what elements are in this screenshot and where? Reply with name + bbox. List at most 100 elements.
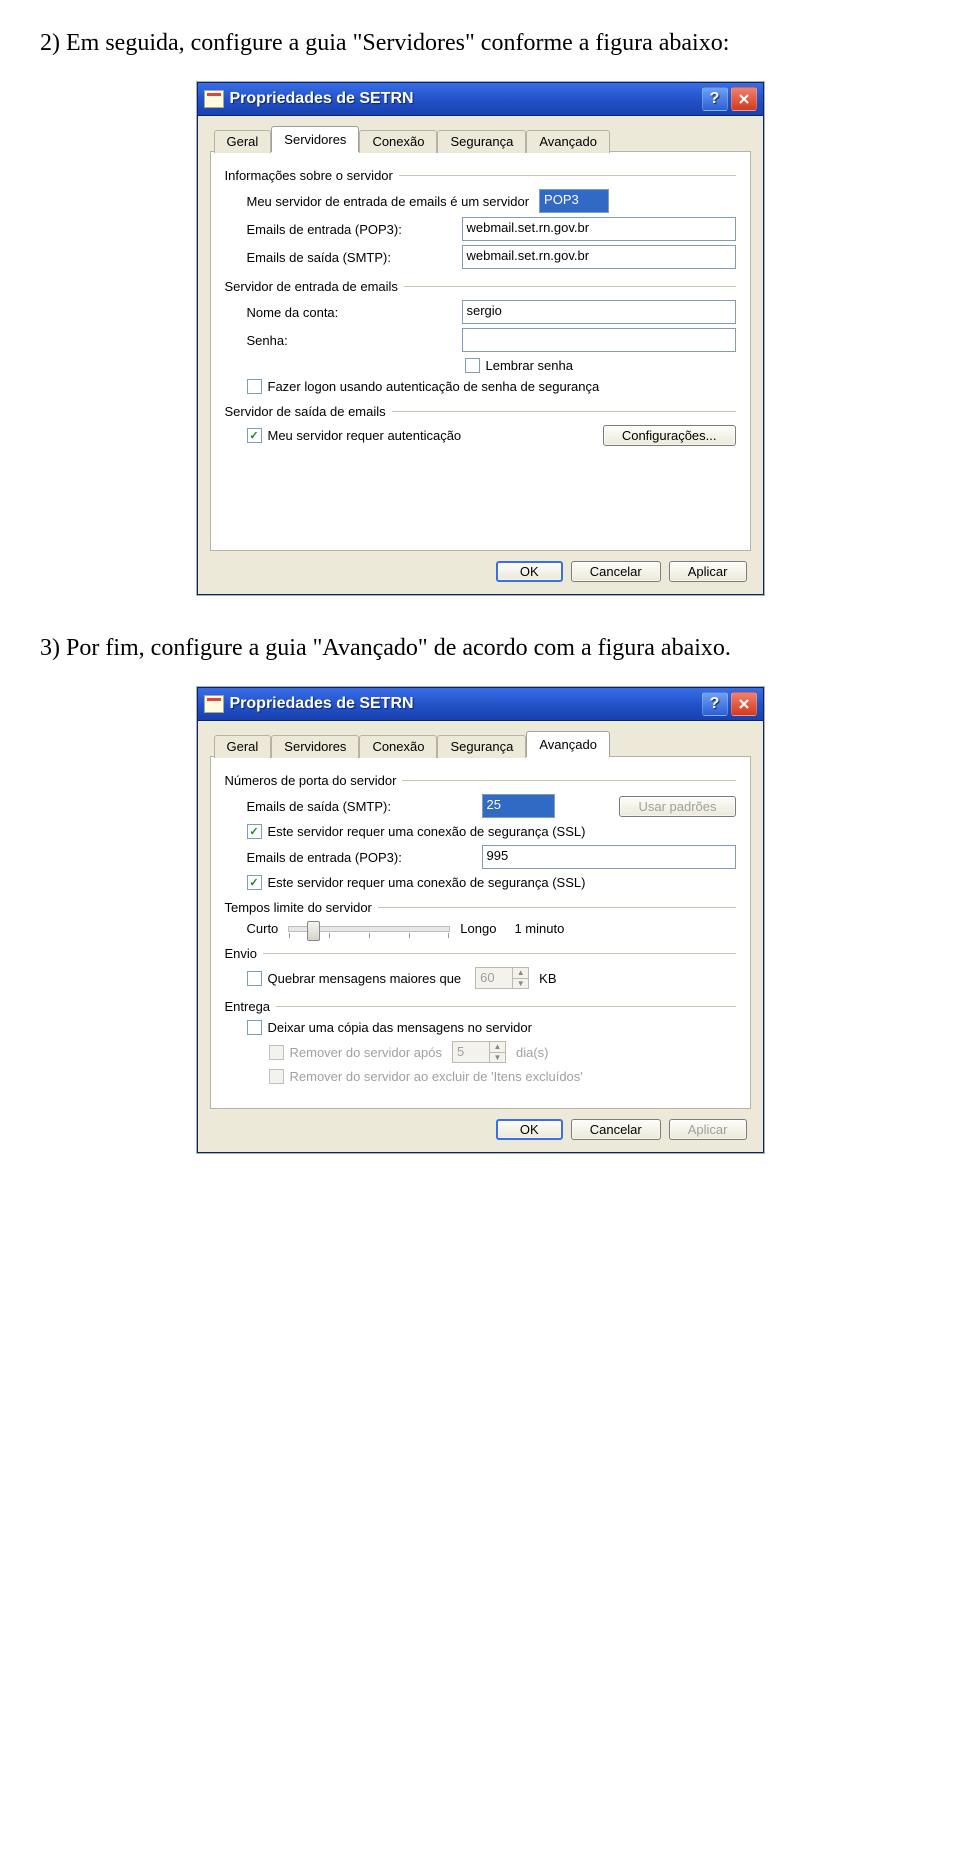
account-label: Nome da conta: <box>247 305 462 320</box>
password-input[interactable] <box>462 328 736 352</box>
break-size-spinner[interactable]: 60 ▲▼ <box>475 967 529 989</box>
group-outgoing-server: Servidor de saída de emails <box>225 404 736 419</box>
break-unit-label: KB <box>539 971 556 986</box>
ssl-outgoing-checkbox[interactable]: ✓ <box>247 824 262 839</box>
tab-label: Geral <box>227 739 259 754</box>
incoming-input[interactable]: webmail.set.rn.gov.br <box>462 217 736 241</box>
spinner-up-icon[interactable]: ▲ <box>512 968 528 979</box>
break-messages-checkbox[interactable] <box>247 971 262 986</box>
tab-geral[interactable]: Geral <box>214 735 272 758</box>
group-delivery: Entrega <box>225 999 736 1014</box>
server-type-label: Meu servidor de entrada de emails é um s… <box>247 194 530 209</box>
tab-seguranca[interactable]: Segurança <box>437 735 526 758</box>
remove-after-unit: dia(s) <box>516 1045 549 1060</box>
timeout-value: 1 minuto <box>514 921 564 936</box>
dialog-body: Geral Servidores Conexão Segurança Avanç… <box>198 721 763 1152</box>
smtp-port-input[interactable]: 25 <box>482 794 556 818</box>
tab-avancado[interactable]: Avançado <box>526 731 610 757</box>
spinner-down-icon[interactable]: ▼ <box>512 979 528 989</box>
tab-label: Geral <box>227 134 259 149</box>
tab-label: Segurança <box>450 134 513 149</box>
tab-avancado[interactable]: Avançado <box>526 130 610 153</box>
group-label: Servidor de entrada de emails <box>225 279 404 294</box>
server-type-value: POP3 <box>539 189 609 213</box>
app-icon <box>204 90 224 108</box>
tab-label: Avançado <box>539 737 597 752</box>
group-label: Envio <box>225 946 264 961</box>
ssl-incoming-checkbox[interactable]: ✓ <box>247 875 262 890</box>
tab-label: Servidores <box>284 132 346 147</box>
tab-strip: Geral Servidores Conexão Segurança Avanç… <box>210 731 751 757</box>
ok-button[interactable]: OK <box>496 1119 563 1140</box>
remove-after-checkbox <box>269 1045 284 1060</box>
tab-label: Segurança <box>450 739 513 754</box>
titlebar[interactable]: Propriedades de SETRN ? <box>198 83 763 116</box>
tab-servidores[interactable]: Servidores <box>271 735 359 758</box>
ssl-incoming-label: Este servidor requer uma conexão de segu… <box>268 875 586 890</box>
tab-geral[interactable]: Geral <box>214 130 272 153</box>
tab-conexao[interactable]: Conexão <box>359 130 437 153</box>
tab-seguranca[interactable]: Segurança <box>437 130 526 153</box>
instruction-text: 2) Em seguida, configure a guia "Servido… <box>40 30 729 56</box>
group-ports: Números de porta do servidor <box>225 773 736 788</box>
secure-auth-label: Fazer logon usando autenticação de senha… <box>268 379 600 394</box>
spinner-value: 5 <box>453 1042 489 1062</box>
tab-label: Avançado <box>539 134 597 149</box>
tab-panel-servers: Informações sobre o servidor Meu servido… <box>210 151 751 551</box>
cancel-button[interactable]: Cancelar <box>571 561 661 582</box>
account-input[interactable]: sergio <box>462 300 736 324</box>
group-timeouts: Tempos limite do servidor <box>225 900 736 915</box>
use-defaults-button[interactable]: Usar padrões <box>619 796 735 817</box>
ssl-outgoing-label: Este servidor requer uma conexão de segu… <box>268 824 586 839</box>
close-button[interactable] <box>731 692 757 716</box>
group-label: Informações sobre o servidor <box>225 168 399 183</box>
timeout-short-label: Curto <box>247 921 279 936</box>
smtp-port-label: Emails de saída (SMTP): <box>247 799 482 814</box>
apply-button[interactable]: Aplicar <box>669 1119 747 1140</box>
break-messages-label: Quebrar mensagens maiores que <box>268 971 462 986</box>
outgoing-input[interactable]: webmail.set.rn.gov.br <box>462 245 736 269</box>
remember-password-label: Lembrar senha <box>486 358 573 373</box>
close-icon <box>738 698 750 710</box>
dialog-footer: OK Cancelar Aplicar <box>210 1109 751 1144</box>
leave-copy-checkbox[interactable] <box>247 1020 262 1035</box>
dialog-footer: OK Cancelar Aplicar <box>210 551 751 586</box>
help-button[interactable]: ? <box>702 87 728 111</box>
tab-servidores[interactable]: Servidores <box>271 126 359 152</box>
group-server-info: Informações sobre o servidor <box>225 168 736 183</box>
app-icon <box>204 695 224 713</box>
titlebar[interactable]: Propriedades de SETRN ? <box>198 688 763 721</box>
instruction-text: 3) Por fim, configure a guia "Avançado" … <box>40 635 731 661</box>
remember-password-checkbox[interactable] <box>465 358 480 373</box>
dialog-body: Geral Servidores Conexão Segurança Avanç… <box>198 116 763 594</box>
secure-auth-checkbox[interactable] <box>247 379 262 394</box>
spinner-value: 60 <box>476 968 512 988</box>
slider-thumb-icon[interactable] <box>307 921 320 941</box>
properties-dialog-servers: Propriedades de SETRN ? Geral Servidores… <box>197 82 764 595</box>
group-label: Tempos limite do servidor <box>225 900 378 915</box>
help-button[interactable]: ? <box>702 692 728 716</box>
incoming-label: Emails de entrada (POP3): <box>247 222 462 237</box>
ok-button[interactable]: OK <box>496 561 563 582</box>
tab-panel-advanced: Números de porta do servidor Emails de s… <box>210 756 751 1109</box>
remove-after-spinner: 5 ▲▼ <box>452 1041 506 1063</box>
step-2-text: 2) Em seguida, configure a guia "Servido… <box>40 30 920 57</box>
timeout-long-label: Longo <box>460 921 496 936</box>
tab-label: Servidores <box>284 739 346 754</box>
tab-label: Conexão <box>372 134 424 149</box>
requires-auth-checkbox[interactable]: ✓ <box>247 428 262 443</box>
remove-on-delete-checkbox <box>269 1069 284 1084</box>
password-label: Senha: <box>247 333 462 348</box>
tab-conexao[interactable]: Conexão <box>359 735 437 758</box>
apply-button[interactable]: Aplicar <box>669 561 747 582</box>
group-label: Números de porta do servidor <box>225 773 403 788</box>
group-label: Entrega <box>225 999 277 1014</box>
remove-after-label: Remover do servidor após <box>290 1045 442 1060</box>
cancel-button[interactable]: Cancelar <box>571 1119 661 1140</box>
spinner-up-icon: ▲ <box>489 1042 505 1053</box>
pop3-port-input[interactable]: 995 <box>482 845 736 869</box>
tab-label: Conexão <box>372 739 424 754</box>
close-button[interactable] <box>731 87 757 111</box>
timeout-slider[interactable] <box>288 926 450 932</box>
configurations-button[interactable]: Configurações... <box>603 425 736 446</box>
